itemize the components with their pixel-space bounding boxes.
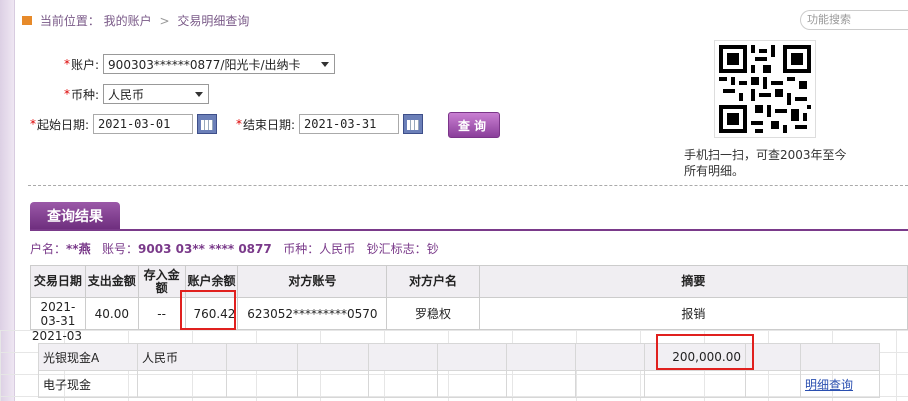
chevron-down-icon [321,61,330,67]
flag-value: 钞 [426,242,439,256]
transactions-table: 交易日期 支出金额 存入金额 账户余额 对方账号 对方户名 摘要 2021-03… [30,265,908,330]
table-header-row: 交易日期 支出金额 存入金额 账户余额 对方账号 对方户名 摘要 [30,265,908,298]
breadcrumb: 当前位置： 我的账户 > 交易明细查询 [22,12,802,30]
breadcrumb-current: 交易明细查询 [177,14,250,28]
currency-label: 币种: [71,87,100,102]
home-icon [22,16,32,25]
cell-in: -- [137,297,186,330]
currency-select-value: 人民币 [108,87,145,102]
section-divider [28,185,908,186]
table-row: 2021-03-31 40.00 -- 760.42 623052*******… [30,297,908,330]
end-date-input[interactable]: 2021-03-31 [299,114,400,134]
required-mark: * [64,87,70,101]
currency-info-value: 人民币 [319,242,356,256]
table-row: 电子现金 明细查询 [38,370,880,398]
col-counter-name: 对方户名 [386,265,480,298]
currency-field: * 币种: 人民币 [64,83,210,105]
account-select[interactable]: 900303******0877/阳光卡/出纳卡 [103,54,336,74]
qr-code-image [714,40,816,138]
calendar-icon[interactable] [403,114,424,134]
account-field: * 账户: 900303******0877/阳光卡/出纳卡 [64,53,336,75]
balance-name: 电子现金 [38,370,138,398]
start-date-field: * 起始日期: 2021-03-01 [30,113,218,135]
acct-label: 账号： [102,242,139,256]
currency-select[interactable]: 人民币 [103,84,210,104]
acct-value: 9003 03** **** 0877 [138,242,272,256]
flag-label: 钞汇标志： [366,242,427,256]
balance-link [800,343,880,371]
breadcrumb-my-account[interactable]: 我的账户 [104,14,152,28]
end-date-field: * 结束日期: 2021-03-31 [236,113,424,135]
balance-currency: 人民币 [137,343,227,371]
col-out: 支出金额 [84,265,139,298]
highlight-box-balance [180,290,236,330]
qr-caption: 手机扫一扫，可查2003年至今所有明细。 [684,148,847,178]
required-mark: * [30,117,36,131]
chevron-down-icon [195,91,204,97]
col-date: 交易日期 [30,265,86,298]
highlight-box-amount [656,334,754,370]
tab-query-results[interactable]: 查询结果 [30,202,120,230]
cell-memo: 报销 [478,297,908,330]
cell-date: 2021-03-31 [30,297,86,330]
account-label: 账户: [71,57,100,72]
balance-name: 光银现金A [38,343,138,371]
query-button[interactable]: 查询 [448,112,500,138]
function-search-input[interactable]: 功能搜索 [800,10,908,30]
name-value: **燕 [66,242,91,256]
end-date-label: 结束日期: [243,117,296,132]
required-mark: * [236,117,242,131]
required-mark: * [64,57,70,71]
currency-info-label: 币种： [283,242,320,256]
balance-amount [644,370,746,398]
breadcrumb-separator: > [159,13,170,28]
start-date-label: 起始日期: [37,117,90,132]
start-date-input[interactable]: 2021-03-01 [93,114,194,134]
cell-counter-name: 罗稳权 [386,297,480,330]
account-info-line: 户名：**燕 账号：9003 03** **** 0877 币种：人民币 钞汇标… [30,240,439,257]
partial-row-date: 2021-03 [31,330,83,342]
cell-out: 40.00 [84,297,139,330]
calendar-icon[interactable] [197,114,218,134]
cell-counter-acct: 623052*********0570 [237,297,388,330]
account-select-value: 900303******0877/阳光卡/出纳卡 [108,57,301,72]
detail-query-link[interactable]: 明细查询 [800,370,880,398]
name-label: 户名： [30,242,67,256]
col-in: 存入金额 [137,265,186,298]
balance-currency [137,370,227,398]
col-counter-acct: 对方账号 [237,265,388,298]
breadcrumb-prefix: 当前位置： [39,14,100,28]
col-memo: 摘要 [478,265,908,298]
tab-underline [30,229,908,231]
